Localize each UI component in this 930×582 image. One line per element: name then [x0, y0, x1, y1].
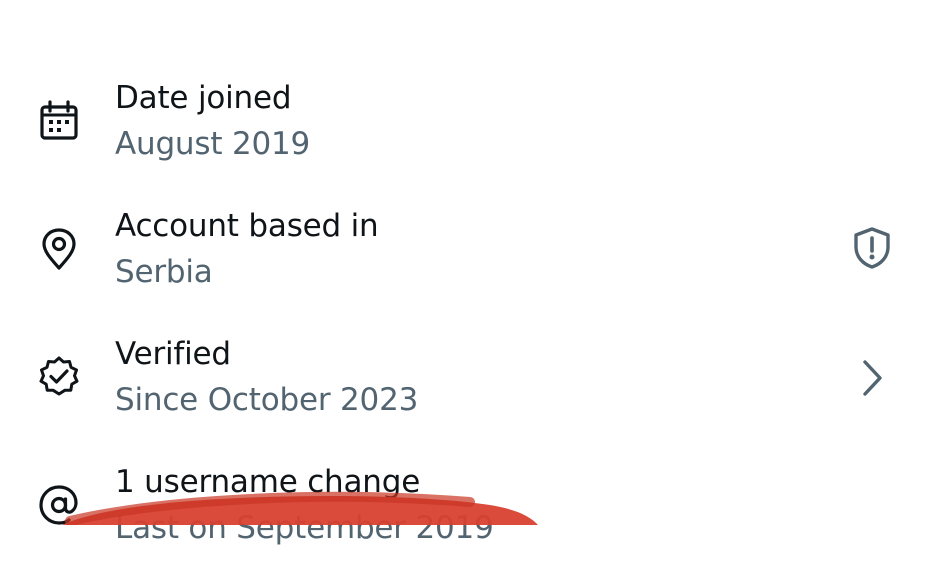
- about-row-account-based-in[interactable]: Account based in Serbia: [0, 198, 930, 326]
- row-title: Date joined: [115, 80, 292, 116]
- row-subtitle: Serbia: [115, 254, 213, 290]
- row-subtitle: Last on September 2019: [115, 510, 494, 546]
- row-title: 1 username change: [115, 464, 421, 500]
- row-subtitle: Since October 2023: [115, 382, 419, 418]
- row-subtitle: August 2019: [115, 126, 311, 162]
- row-title: Account based in: [115, 208, 379, 244]
- shield-alert-icon[interactable]: [850, 226, 894, 270]
- calendar-icon: [36, 98, 82, 144]
- about-row-verified[interactable]: Verified Since October 2023: [0, 326, 930, 454]
- about-row-username-change: 1 username change Last on September 2019: [0, 454, 930, 582]
- chevron-right-icon[interactable]: [850, 356, 894, 400]
- row-title: Verified: [115, 336, 231, 372]
- verified-badge-icon: [36, 354, 82, 400]
- at-sign-icon: [36, 482, 82, 528]
- location-pin-icon: [36, 226, 82, 272]
- about-row-date-joined: Date joined August 2019: [0, 70, 930, 198]
